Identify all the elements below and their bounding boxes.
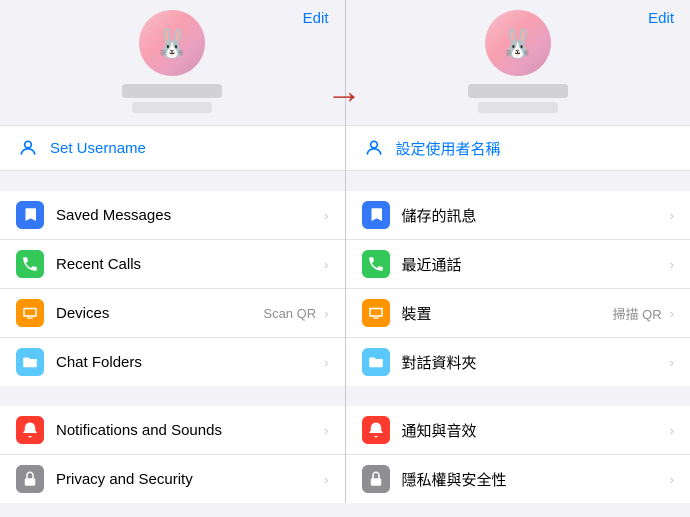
left-saved-chevron: › xyxy=(324,208,328,223)
left-phone-placeholder xyxy=(132,102,212,113)
right-menu-group-2: 通知與音效 › 隱私權與安全性 › xyxy=(346,406,690,503)
left-notifications[interactable]: Notifications and Sounds › xyxy=(0,406,345,455)
right-phone-placeholder xyxy=(478,102,558,113)
left-edit-button[interactable]: Edit xyxy=(303,10,329,27)
left-avatar: 🐰 xyxy=(139,10,205,76)
right-saved-icon xyxy=(362,201,390,229)
left-devices-icon xyxy=(16,299,44,327)
right-folders-icon xyxy=(362,348,390,376)
left-recent-calls[interactable]: Recent Calls › xyxy=(0,240,345,289)
left-privacy-label: Privacy and Security xyxy=(56,471,320,488)
left-saved-label: Saved Messages xyxy=(56,207,320,224)
right-devices-icon xyxy=(362,299,390,327)
left-privacy-chevron: › xyxy=(324,472,328,487)
left-calls-chevron: › xyxy=(324,257,328,272)
left-username-icon xyxy=(16,136,40,160)
left-devices-label: Devices xyxy=(56,305,263,322)
right-devices-badge: 掃描 QR xyxy=(613,304,662,323)
right-name-placeholder xyxy=(468,84,568,98)
right-devices[interactable]: 裝置 掃描 QR › xyxy=(346,289,690,338)
left-privacy[interactable]: Privacy and Security › xyxy=(0,455,345,503)
right-folders-chevron: › xyxy=(670,355,674,370)
left-set-username[interactable]: Set Username xyxy=(0,126,345,170)
right-saved-label: 儲存的訊息 xyxy=(402,205,666,226)
left-name-placeholder xyxy=(122,84,222,98)
left-folders-label: Chat Folders xyxy=(56,354,320,371)
right-edit-button[interactable]: Edit xyxy=(648,10,674,27)
right-username-icon xyxy=(362,136,386,160)
right-calls-chevron: › xyxy=(670,257,674,272)
left-calls-label: Recent Calls xyxy=(56,256,320,273)
right-folders-label: 對話資料夾 xyxy=(402,352,666,373)
right-notifications-chevron: › xyxy=(670,423,674,438)
right-notifications-label: 通知與音效 xyxy=(402,420,666,441)
left-username-label: Set Username xyxy=(50,140,146,157)
right-menu-group-1: 儲存的訊息 › 最近通話 › 裝置 掃描 QR › xyxy=(346,191,690,386)
left-menu-group-1: Saved Messages › Recent Calls › Devices … xyxy=(0,191,345,386)
right-privacy-icon xyxy=(362,465,390,493)
left-privacy-icon xyxy=(16,465,44,493)
left-notifications-chevron: › xyxy=(324,423,328,438)
left-chat-folders[interactable]: Chat Folders › xyxy=(0,338,345,386)
right-recent-calls[interactable]: 最近通話 › xyxy=(346,240,690,289)
right-avatar: 🐰 xyxy=(485,10,551,76)
left-devices[interactable]: Devices Scan QR › xyxy=(0,289,345,338)
transition-arrow: → xyxy=(326,70,362,112)
left-saved-icon xyxy=(16,201,44,229)
right-devices-label: 裝置 xyxy=(402,303,613,324)
left-notifications-label: Notifications and Sounds xyxy=(56,422,320,439)
left-folders-chevron: › xyxy=(324,355,328,370)
right-chat-folders[interactable]: 對話資料夾 › xyxy=(346,338,690,386)
right-notifications[interactable]: 通知與音效 › xyxy=(346,406,690,455)
left-notifications-icon xyxy=(16,416,44,444)
right-privacy[interactable]: 隱私權與安全性 › xyxy=(346,455,690,503)
right-saved-chevron: › xyxy=(670,208,674,223)
left-calls-icon xyxy=(16,250,44,278)
right-notifications-icon xyxy=(362,416,390,444)
right-calls-label: 最近通話 xyxy=(402,254,666,275)
left-devices-badge: Scan QR xyxy=(263,306,316,321)
right-privacy-label: 隱私權與安全性 xyxy=(402,469,666,490)
left-devices-chevron: › xyxy=(324,306,328,321)
right-set-username[interactable]: 設定使用者名稱 xyxy=(346,126,690,170)
right-privacy-chevron: › xyxy=(670,472,674,487)
left-menu-group-2: Notifications and Sounds › Privacy and S… xyxy=(0,406,345,503)
right-calls-icon xyxy=(362,250,390,278)
right-username-label: 設定使用者名稱 xyxy=(396,138,501,159)
right-saved-messages[interactable]: 儲存的訊息 › xyxy=(346,191,690,240)
left-folders-icon xyxy=(16,348,44,376)
left-saved-messages[interactable]: Saved Messages › xyxy=(0,191,345,240)
right-devices-chevron: › xyxy=(670,306,674,321)
